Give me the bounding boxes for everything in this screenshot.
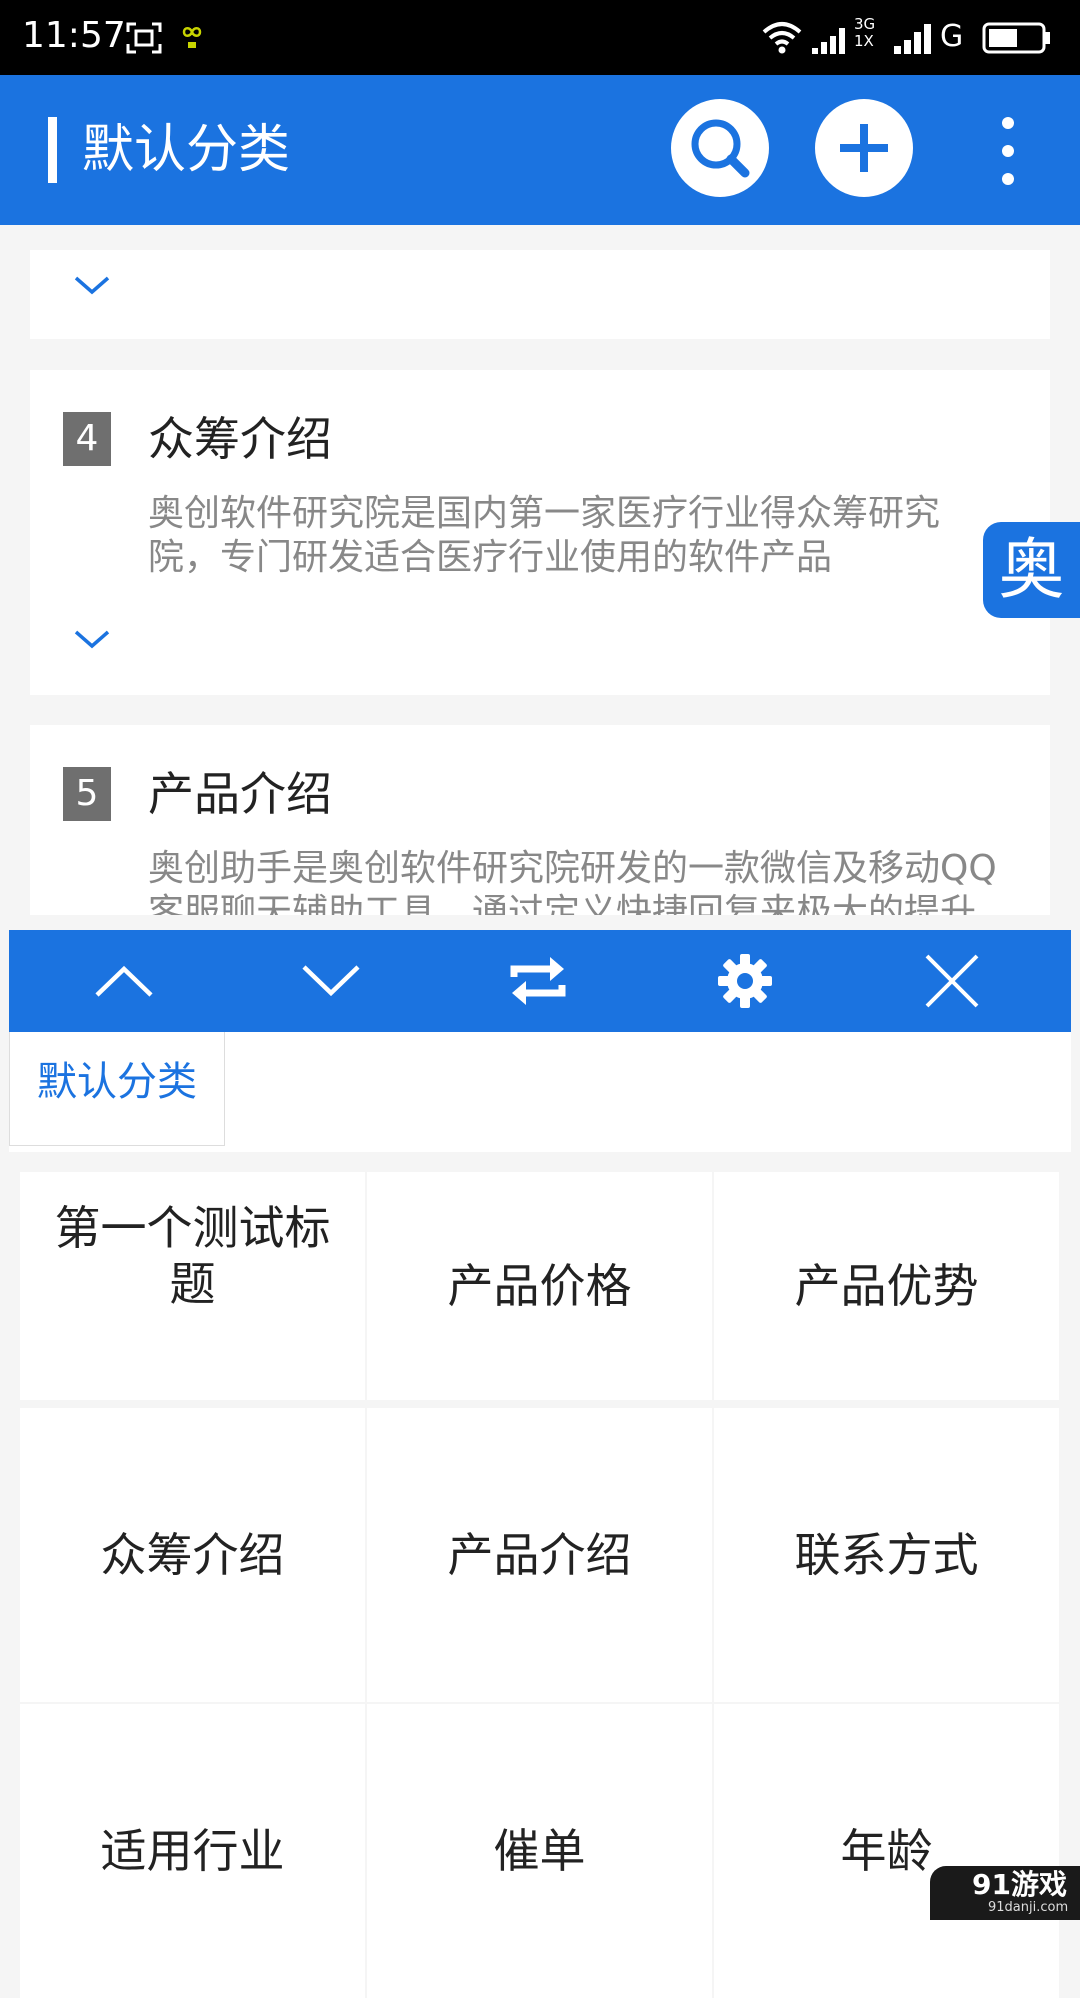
item-number: 5: [63, 767, 111, 821]
grid-item[interactable]: 第一个测试标题: [20, 1172, 365, 1400]
list-item[interactable]: 5 产品介绍 奥创助手是奥创软件研究院研发的一款微信及移动QQ客服聊天辅助工具，…: [30, 725, 1050, 915]
grid-item[interactable]: 众筹介绍: [20, 1408, 365, 1702]
wifi-icon: [762, 22, 802, 54]
watermark-sub: 91danji.com: [988, 1900, 1069, 1915]
watermark-logo: 91游戏 91danji.com: [930, 1866, 1080, 1920]
item-description: 奥创助手是奥创软件研究院研发的一款微信及移动QQ客服聊天辅助工具，通过定义快捷回…: [148, 848, 997, 915]
item-title: 产品介绍: [148, 767, 332, 821]
category-tabs: 默认分类: [9, 1032, 1071, 1152]
title-accent-bar: [48, 117, 57, 183]
screenshot-icon: [126, 22, 162, 54]
plus-icon: [840, 124, 888, 172]
status-time: 11:57: [22, 15, 126, 56]
search-button[interactable]: [671, 99, 769, 197]
signal-strength-2-icon: [894, 24, 931, 54]
carrier-label: G: [940, 19, 964, 54]
item-number: 4: [63, 412, 111, 466]
grid-item[interactable]: 适用行业: [20, 1704, 365, 1998]
more-vertical-icon[interactable]: [990, 111, 1026, 191]
grid-item[interactable]: 年龄: [714, 1704, 1059, 1998]
list-item[interactable]: 4 众筹介绍 奥创软件研究院是国内第一家医疗行业得众筹研究院，专门研发适合医疗行…: [30, 370, 1050, 695]
grid-item[interactable]: 产品价格: [367, 1172, 712, 1400]
add-button[interactable]: [815, 99, 913, 197]
search-icon: [691, 119, 750, 178]
grid-item[interactable]: 催单: [367, 1704, 712, 1998]
tab-default-category[interactable]: 默认分类: [9, 1032, 225, 1146]
floating-assistant-button[interactable]: 奥: [983, 522, 1080, 618]
scroll-down-button[interactable]: [271, 930, 391, 1032]
list-item[interactable]: [30, 250, 1050, 339]
gear-icon: [718, 954, 772, 1008]
grid-item[interactable]: 产品优势: [714, 1172, 1059, 1400]
switch-button[interactable]: [478, 930, 598, 1032]
chevron-down-icon[interactable]: [72, 628, 112, 652]
chevron-down-icon[interactable]: [72, 274, 112, 298]
battery-icon: [982, 22, 1050, 54]
app-bar: 默认分类: [0, 75, 1080, 225]
chevron-up-icon: [95, 965, 153, 997]
status-bar: 11:57 3G 1X G: [0, 0, 1080, 75]
signal-strength-icon: [812, 28, 845, 54]
grid-item[interactable]: 产品介绍: [367, 1408, 712, 1702]
item-description: 奥创软件研究院是国内第一家医疗行业得众筹研究院，专门研发适合医疗行业使用的软件产…: [148, 493, 941, 578]
infinity-app-icon: [182, 27, 202, 48]
grid-item[interactable]: 联系方式: [714, 1408, 1059, 1702]
page-title: 默认分类: [82, 120, 291, 180]
scroll-up-button[interactable]: [64, 930, 184, 1032]
quick-toolbar: [9, 930, 1071, 1032]
close-toolbar-button[interactable]: [892, 930, 1012, 1032]
settings-button[interactable]: [685, 930, 805, 1032]
swap-icon: [510, 957, 566, 1005]
close-icon: [925, 954, 979, 1008]
watermark-main: 91游戏: [972, 1868, 1067, 1901]
item-title: 众筹介绍: [148, 412, 332, 466]
chevron-down-icon: [302, 965, 360, 997]
